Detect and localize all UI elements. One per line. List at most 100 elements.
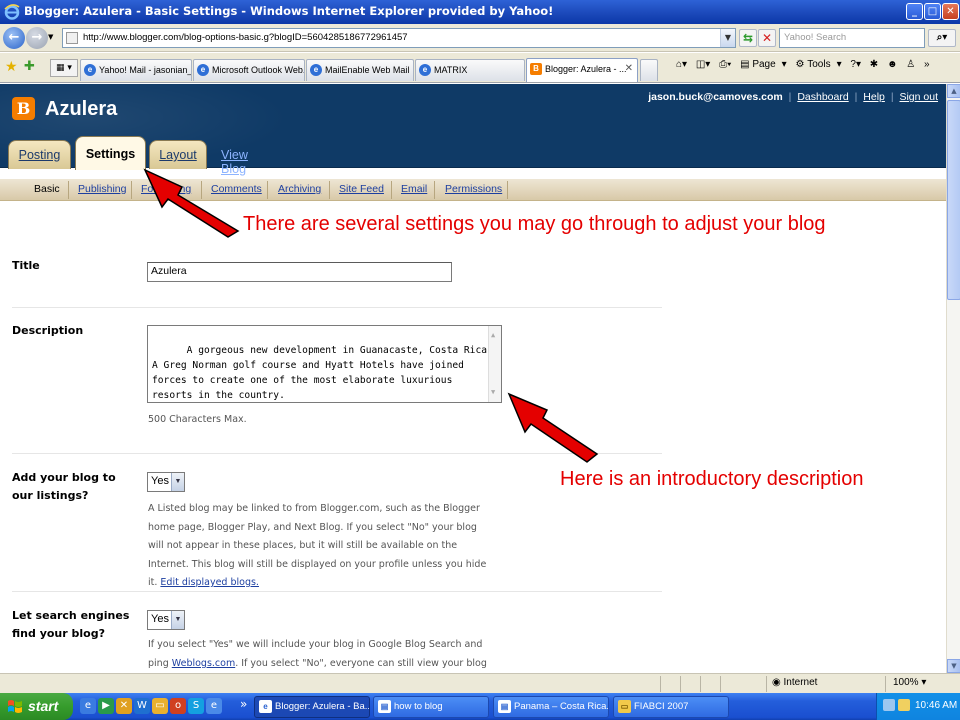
media-quicklaunch-icon[interactable]: ▶ [98,698,114,714]
history-dropdown-icon[interactable]: ▼ [48,33,53,41]
ie-taskbar-icon: e [259,700,272,713]
search-engines-select[interactable]: Yes ▼ [147,610,185,630]
tabs-row: ★ ✚ ▦ ▾ e Yahoo! Mail - jasonian_... e M… [0,53,960,83]
listings-hint: A Listed blog may be linked to from Blog… [148,503,487,588]
document-taskbar-icon: ▤ [498,700,511,713]
ie-tab-icon: e [197,64,209,76]
title-input[interactable]: Azulera [147,262,452,282]
maximize-button[interactable]: □ [924,3,941,20]
tools-menu[interactable]: ⚙ Tools ▾ [795,59,841,70]
address-input[interactable]: http://www.blogger.com/blog-options-basi… [62,28,736,48]
messenger-icon[interactable]: ♙ [906,59,915,70]
address-dropdown-icon[interactable]: ▼ [720,29,735,47]
browser-tab-blogger[interactable]: B Blogger: Azulera - ... ✕ [526,58,638,82]
tab-settings[interactable]: Settings [75,136,146,170]
weblogs-link[interactable]: Weblogs.com [172,658,235,669]
quicklaunch-overflow[interactable]: » [240,697,247,711]
start-button[interactable]: start [0,693,73,720]
overflow-icon[interactable]: » [924,59,930,70]
network-tray-icon[interactable] [883,699,895,711]
scroll-thumb[interactable] [947,100,960,300]
minimize-button[interactable]: _ [906,3,923,20]
new-tab-button[interactable] [640,59,658,81]
folder-quicklaunch-icon[interactable]: ▭ [152,698,168,714]
ie-quicklaunch-icon[interactable]: e [80,698,96,714]
quick-tabs-button[interactable]: ▦ ▾ [50,59,78,77]
ie-tab-icon: e [84,64,96,76]
system-tray: 10:46 AM [876,693,960,720]
help-icon[interactable]: ?▾ [850,59,861,70]
taskbar-button-blogger[interactable]: e Blogger: Azulera - Ba... [254,696,370,718]
listings-select[interactable]: Yes ▼ [147,472,185,492]
subtab-archiving[interactable]: Archiving [278,183,321,195]
print-icon[interactable]: ⎙▾ [719,59,731,70]
description-hint: 500 Characters Max. [148,414,247,425]
blog-name: Azulera [45,98,118,120]
close-tab-icon[interactable]: ✕ [625,59,633,79]
user-email: jason.buck@camoves.com [648,91,783,103]
x-quicklaunch-icon[interactable]: ✕ [116,698,132,714]
sign-out-link[interactable]: Sign out [899,91,938,103]
subtab-email[interactable]: Email [401,183,427,195]
taskbar-button-fiabci[interactable]: ▭ FIABCI 2007 [613,696,729,718]
tab-posting[interactable]: Posting [8,140,71,169]
annotation-settings-note: There are several settings you may go th… [243,213,826,235]
chevron-down-icon[interactable]: ▼ [171,473,184,491]
page-scrollbar[interactable]: ▲ ▼ [946,84,960,673]
listings-value: Yes [151,475,169,487]
close-window-button[interactable]: ✕ [942,3,959,20]
help-link[interactable]: Help [863,91,885,103]
blogger-tab-icon: B [530,63,542,75]
feeds-icon[interactable]: ◫▾ [696,59,710,70]
chevron-down-icon[interactable]: ▼ [171,611,184,629]
outlook-quicklaunch-icon[interactable]: o [170,698,186,714]
subtab-publishing[interactable]: Publishing [78,183,126,195]
folder-taskbar-icon: ▭ [618,700,631,713]
zoom-level[interactable]: 100% ▾ [893,677,926,688]
add-favorite-icon[interactable]: ✚ [24,59,35,74]
scroll-up-icon[interactable]: ▲ [947,84,960,98]
ie2-quicklaunch-icon[interactable]: e [206,698,222,714]
taskbar-button-panama[interactable]: ▤ Panama – Costa Rica... [493,696,609,718]
subtab-basic[interactable]: Basic [34,183,60,195]
clock[interactable]: 10:46 AM [915,700,957,711]
back-button[interactable]: ← [3,27,25,49]
edit-displayed-blogs-link[interactable]: Edit displayed blogs. [160,577,259,588]
browser-tab-outlook[interactable]: e Microsoft Outlook Web... [193,59,305,81]
stop-button[interactable]: ✕ [758,29,776,47]
ie-tab-icon: e [310,64,322,76]
word-quicklaunch-icon[interactable]: W [134,698,150,714]
browser-tab-mailenable[interactable]: e MailEnable Web Mail [306,59,414,81]
annotation-arrow-description [507,392,599,463]
description-textarea[interactable]: A gorgeous new development in Guanacaste… [147,325,502,403]
command-bar: ⌂▾ ◫▾ ⎙▾ ▤ Page ▾ ⚙ Tools ▾ ?▾ ✱ ☻ ♙ » [676,59,936,77]
scroll-down-icon[interactable]: ▼ [947,659,960,673]
dashboard-link[interactable]: Dashboard [797,91,848,103]
window-title-bar[interactable]: Blogger: Azulera - Basic Settings - Wind… [0,0,960,24]
toolbar-extra-icon[interactable]: ☻ [887,59,898,70]
page-menu[interactable]: ▤ Page ▾ [740,59,787,70]
skype-quicklaunch-icon[interactable]: S [188,698,204,714]
status-bar: ◉ Internet 100% ▾ [0,673,960,693]
browser-tab-yahoo-mail[interactable]: e Yahoo! Mail - jasonian_... [80,59,192,81]
search-input[interactable]: Yahoo! Search [779,28,925,48]
taskbar-button-how-to-blog[interactable]: ▤ how to blog [373,696,489,718]
internet-explorer-icon [4,4,20,20]
search-placeholder: Yahoo! Search [784,32,847,43]
forward-button[interactable]: → [26,27,48,49]
favorites-star-icon[interactable]: ★ [5,59,18,75]
blogger-logo-icon[interactable]: B [12,97,35,120]
textarea-scrollbar[interactable]: ▲ ▼ [488,326,501,402]
subtab-permissions[interactable]: Permissions [445,183,502,195]
address-url[interactable]: http://www.blogger.com/blog-options-basi… [83,32,408,43]
security-zone[interactable]: ◉ Internet [772,677,817,688]
volume-tray-icon[interactable] [898,699,910,711]
browser-tab-matrix[interactable]: e MATRIX [415,59,525,81]
listings-label: Add your blog to our listings? [12,471,116,502]
search-button[interactable]: ⌕▾ [928,29,956,47]
page-icon [66,32,78,44]
refresh-button[interactable]: ⇆ [739,29,757,47]
research-icon[interactable]: ✱ [870,59,878,70]
home-icon[interactable]: ⌂▾ [676,59,687,70]
subtab-site-feed[interactable]: Site Feed [339,183,384,195]
